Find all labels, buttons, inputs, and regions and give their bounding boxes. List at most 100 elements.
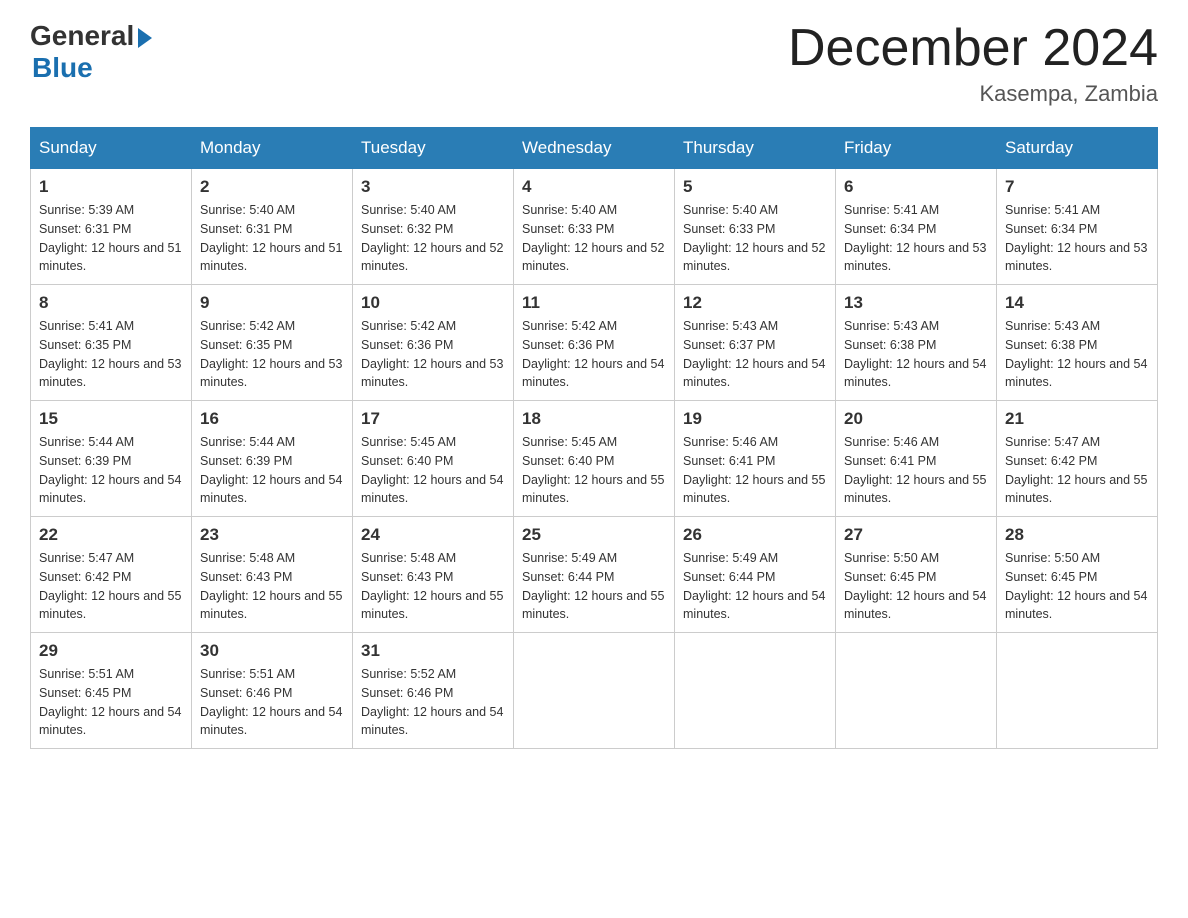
calendar-cell: 27Sunrise: 5:50 AMSunset: 6:45 PMDayligh… — [836, 517, 997, 633]
calendar-cell: 22 Sunrise: 5:47 AMSunset: 6:42 PMDayligh… — [31, 517, 192, 633]
day-info: Sunrise: 5:40 AMSunset: 6:33 PMDaylight:… — [683, 201, 827, 276]
calendar-cell: 13 Sunrise: 5:43 AMSunset: 6:38 PMDayligh… — [836, 285, 997, 401]
header-cell-monday: Monday — [192, 128, 353, 169]
day-info: Sunrise: 5:43 AMSunset: 6:38 PMDaylight:… — [1005, 317, 1149, 392]
calendar-cell: 31 Sunrise: 5:52 AMSunset: 6:46 PMDayligh… — [353, 633, 514, 749]
day-info: Sunrise: 5:43 AMSunset: 6:38 PMDaylight:… — [844, 317, 988, 392]
day-number: 8 — [39, 293, 183, 313]
day-number: 19 — [683, 409, 827, 429]
header-cell-sunday: Sunday — [31, 128, 192, 169]
day-info: Sunrise: 5:50 AMSunset: 6:45 PMDaylight:… — [844, 549, 988, 624]
day-number: 10 — [361, 293, 505, 313]
day-number: 31 — [361, 641, 505, 661]
day-info: Sunrise: 5:51 AMSunset: 6:45 PMDaylight:… — [39, 665, 183, 740]
calendar-cell: 21 Sunrise: 5:47 AMSunset: 6:42 PMDayligh… — [997, 401, 1158, 517]
calendar-cell: 2Sunrise: 5:40 AMSunset: 6:31 PMDaylight… — [192, 169, 353, 285]
day-number: 18 — [522, 409, 666, 429]
calendar-table: SundayMondayTuesdayWednesdayThursdayFrid… — [30, 127, 1158, 749]
logo-general-text: General — [30, 20, 134, 52]
day-info: Sunrise: 5:42 AMSunset: 6:35 PMDaylight:… — [200, 317, 344, 392]
calendar-cell: 7 Sunrise: 5:41 AMSunset: 6:34 PMDaylight… — [997, 169, 1158, 285]
day-info: Sunrise: 5:48 AMSunset: 6:43 PMDaylight:… — [200, 549, 344, 624]
calendar-cell: 24 Sunrise: 5:48 AMSunset: 6:43 PMDayligh… — [353, 517, 514, 633]
day-info: Sunrise: 5:39 AMSunset: 6:31 PMDaylight:… — [39, 201, 183, 276]
day-number: 14 — [1005, 293, 1149, 313]
calendar-cell: 11 Sunrise: 5:42 AMSunset: 6:36 PMDayligh… — [514, 285, 675, 401]
calendar-cell: 23 Sunrise: 5:48 AMSunset: 6:43 PMDayligh… — [192, 517, 353, 633]
calendar-cell: 15Sunrise: 5:44 AMSunset: 6:39 PMDayligh… — [31, 401, 192, 517]
calendar-cell — [514, 633, 675, 749]
day-number: 16 — [200, 409, 344, 429]
day-number: 1 — [39, 177, 183, 197]
calendar-cell: 26 Sunrise: 5:49 AMSunset: 6:44 PMDayligh… — [675, 517, 836, 633]
day-number: 6 — [844, 177, 988, 197]
calendar-cell — [997, 633, 1158, 749]
calendar-cell: 12 Sunrise: 5:43 AMSunset: 6:37 PMDayligh… — [675, 285, 836, 401]
day-number: 20 — [844, 409, 988, 429]
day-number: 3 — [361, 177, 505, 197]
week-row-5: 29 Sunrise: 5:51 AMSunset: 6:45 PMDayligh… — [31, 633, 1158, 749]
day-info: Sunrise: 5:49 AMSunset: 6:44 PMDaylight:… — [683, 549, 827, 624]
header-cell-tuesday: Tuesday — [353, 128, 514, 169]
day-info: Sunrise: 5:48 AMSunset: 6:43 PMDaylight:… — [361, 549, 505, 624]
logo-arrow-icon — [138, 28, 152, 48]
day-info: Sunrise: 5:47 AMSunset: 6:42 PMDaylight:… — [1005, 433, 1149, 508]
week-row-3: 15 Sunrise: 5:44 AMSunset: 6:39 PMDayligh… — [31, 401, 1158, 517]
calendar-cell: 16 Sunrise: 5:44 AMSunset: 6:39 PMDayligh… — [192, 401, 353, 517]
day-number: 4 — [522, 177, 666, 197]
calendar-cell: 10 Sunrise: 5:42 AMSunset: 6:36 PMDayligh… — [353, 285, 514, 401]
day-number: 9 — [200, 293, 344, 313]
calendar-cell: 30Sunrise: 5:51 AMSunset: 6:46 PMDayligh… — [192, 633, 353, 749]
week-row-1: 1 Sunrise: 5:39 AMSunset: 6:31 PMDaylight… — [31, 169, 1158, 285]
day-number: 23 — [200, 525, 344, 545]
calendar-header: SundayMondayTuesdayWednesdayThursdayFrid… — [31, 128, 1158, 169]
calendar-cell — [675, 633, 836, 749]
day-number: 11 — [522, 293, 666, 313]
day-info: Sunrise: 5:40 AMSunset: 6:31 PMDaylight:… — [200, 201, 344, 276]
day-info: Sunrise: 5:42 AMSunset: 6:36 PMDaylight:… — [361, 317, 505, 392]
day-number: 22 — [39, 525, 183, 545]
day-info: Sunrise: 5:51 AMSunset: 6:46 PMDaylight:… — [200, 665, 344, 740]
logo-blue-text: Blue — [32, 52, 93, 84]
calendar-cell: 18 Sunrise: 5:45 AMSunset: 6:40 PMDayligh… — [514, 401, 675, 517]
day-number: 12 — [683, 293, 827, 313]
day-number: 28 — [1005, 525, 1149, 545]
day-info: Sunrise: 5:40 AMSunset: 6:32 PMDaylight:… — [361, 201, 505, 276]
logo: General Blue — [30, 20, 152, 84]
day-info: Sunrise: 5:47 AMSunset: 6:42 PMDaylight:… — [39, 549, 183, 624]
day-number: 15 — [39, 409, 183, 429]
header-cell-wednesday: Wednesday — [514, 128, 675, 169]
day-number: 25 — [522, 525, 666, 545]
day-number: 13 — [844, 293, 988, 313]
week-row-2: 8 Sunrise: 5:41 AMSunset: 6:35 PMDaylight… — [31, 285, 1158, 401]
day-number: 26 — [683, 525, 827, 545]
day-info: Sunrise: 5:46 AMSunset: 6:41 PMDaylight:… — [844, 433, 988, 508]
day-number: 5 — [683, 177, 827, 197]
day-number: 24 — [361, 525, 505, 545]
calendar-cell: 29 Sunrise: 5:51 AMSunset: 6:45 PMDayligh… — [31, 633, 192, 749]
day-info: Sunrise: 5:50 AMSunset: 6:45 PMDaylight:… — [1005, 549, 1149, 624]
month-title: December 2024 — [788, 20, 1158, 77]
calendar-cell: 3 Sunrise: 5:40 AMSunset: 6:32 PMDaylight… — [353, 169, 514, 285]
day-info: Sunrise: 5:41 AMSunset: 6:34 PMDaylight:… — [1005, 201, 1149, 276]
day-info: Sunrise: 5:45 AMSunset: 6:40 PMDaylight:… — [522, 433, 666, 508]
location-subtitle: Kasempa, Zambia — [788, 81, 1158, 107]
header-cell-saturday: Saturday — [997, 128, 1158, 169]
calendar-cell: 19 Sunrise: 5:46 AMSunset: 6:41 PMDayligh… — [675, 401, 836, 517]
day-info: Sunrise: 5:43 AMSunset: 6:37 PMDaylight:… — [683, 317, 827, 392]
day-info: Sunrise: 5:42 AMSunset: 6:36 PMDaylight:… — [522, 317, 666, 392]
calendar-body: 1 Sunrise: 5:39 AMSunset: 6:31 PMDaylight… — [31, 169, 1158, 749]
day-info: Sunrise: 5:52 AMSunset: 6:46 PMDaylight:… — [361, 665, 505, 740]
day-info: Sunrise: 5:41 AMSunset: 6:35 PMDaylight:… — [39, 317, 183, 392]
calendar-cell: 25 Sunrise: 5:49 AMSunset: 6:44 PMDayligh… — [514, 517, 675, 633]
day-info: Sunrise: 5:44 AMSunset: 6:39 PMDaylight:… — [200, 433, 344, 508]
day-info: Sunrise: 5:46 AMSunset: 6:41 PMDaylight:… — [683, 433, 827, 508]
calendar-cell: 17Sunrise: 5:45 AMSunset: 6:40 PMDayligh… — [353, 401, 514, 517]
calendar-cell: 4Sunrise: 5:40 AMSunset: 6:33 PMDaylight… — [514, 169, 675, 285]
day-number: 21 — [1005, 409, 1149, 429]
day-info: Sunrise: 5:41 AMSunset: 6:34 PMDaylight:… — [844, 201, 988, 276]
day-number: 7 — [1005, 177, 1149, 197]
day-number: 29 — [39, 641, 183, 661]
day-info: Sunrise: 5:45 AMSunset: 6:40 PMDaylight:… — [361, 433, 505, 508]
day-info: Sunrise: 5:49 AMSunset: 6:44 PMDaylight:… — [522, 549, 666, 624]
